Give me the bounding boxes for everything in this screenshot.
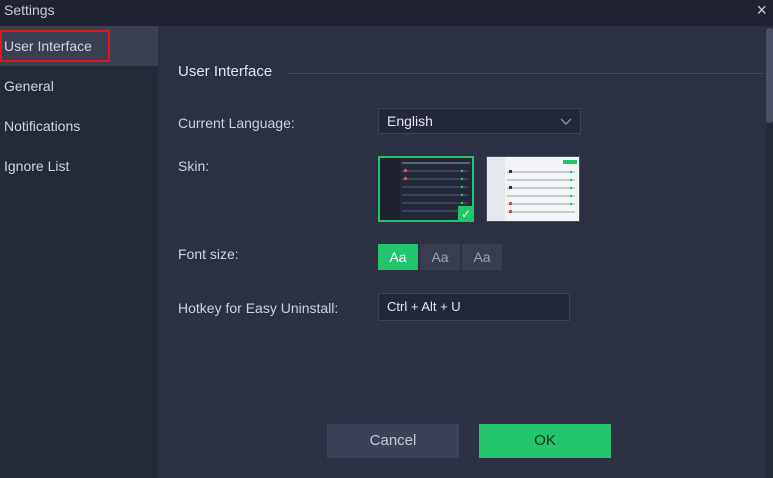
sidebar-item-notifications[interactable]: Notifications — [0, 106, 158, 146]
sidebar-item-label: Notifications — [4, 118, 81, 134]
sidebar-item-user-interface[interactable]: User Interface — [0, 26, 158, 66]
sidebar-item-general[interactable]: General — [0, 66, 158, 106]
scrollbar[interactable] — [766, 26, 773, 478]
hotkey-input[interactable]: Ctrl + Alt + U — [378, 293, 570, 321]
skin-label: Skin: — [178, 158, 210, 174]
check-icon: ✓ — [458, 206, 474, 222]
scrollbar-thumb[interactable] — [766, 28, 773, 123]
sidebar-item-label: General — [4, 78, 54, 94]
section-title: User Interface — [178, 63, 273, 80]
title-bar: Settings × — [0, 0, 773, 26]
language-value: English — [387, 113, 433, 129]
font-size-label: Font size: — [178, 246, 239, 262]
skin-dark-option[interactable]: ✓ — [378, 156, 474, 222]
window-title: Settings — [4, 2, 55, 18]
sidebar-item-label: User Interface — [0, 30, 110, 62]
chevron-down-icon — [560, 109, 572, 141]
sidebar-item-label: Ignore List — [4, 158, 70, 174]
section-divider — [288, 73, 763, 74]
cancel-button[interactable]: Cancel — [327, 424, 459, 458]
hotkey-label: Hotkey for Easy Uninstall: — [178, 300, 339, 316]
ok-button[interactable]: OK — [479, 424, 611, 458]
skin-light-preview — [487, 157, 577, 221]
font-size-small-button[interactable]: Aa — [378, 244, 418, 270]
skin-light-option[interactable] — [486, 156, 580, 222]
font-size-medium-button[interactable]: Aa — [420, 244, 460, 270]
sidebar-item-ignore-list[interactable]: Ignore List — [0, 146, 158, 186]
sidebar: User Interface General Notifications Ign… — [0, 26, 158, 478]
close-icon[interactable]: × — [756, 0, 767, 20]
language-label: Current Language: — [178, 115, 295, 131]
settings-panel: User Interface Current Language: English… — [158, 26, 773, 478]
font-size-large-button[interactable]: Aa — [462, 244, 502, 270]
language-select[interactable]: English — [378, 108, 581, 134]
